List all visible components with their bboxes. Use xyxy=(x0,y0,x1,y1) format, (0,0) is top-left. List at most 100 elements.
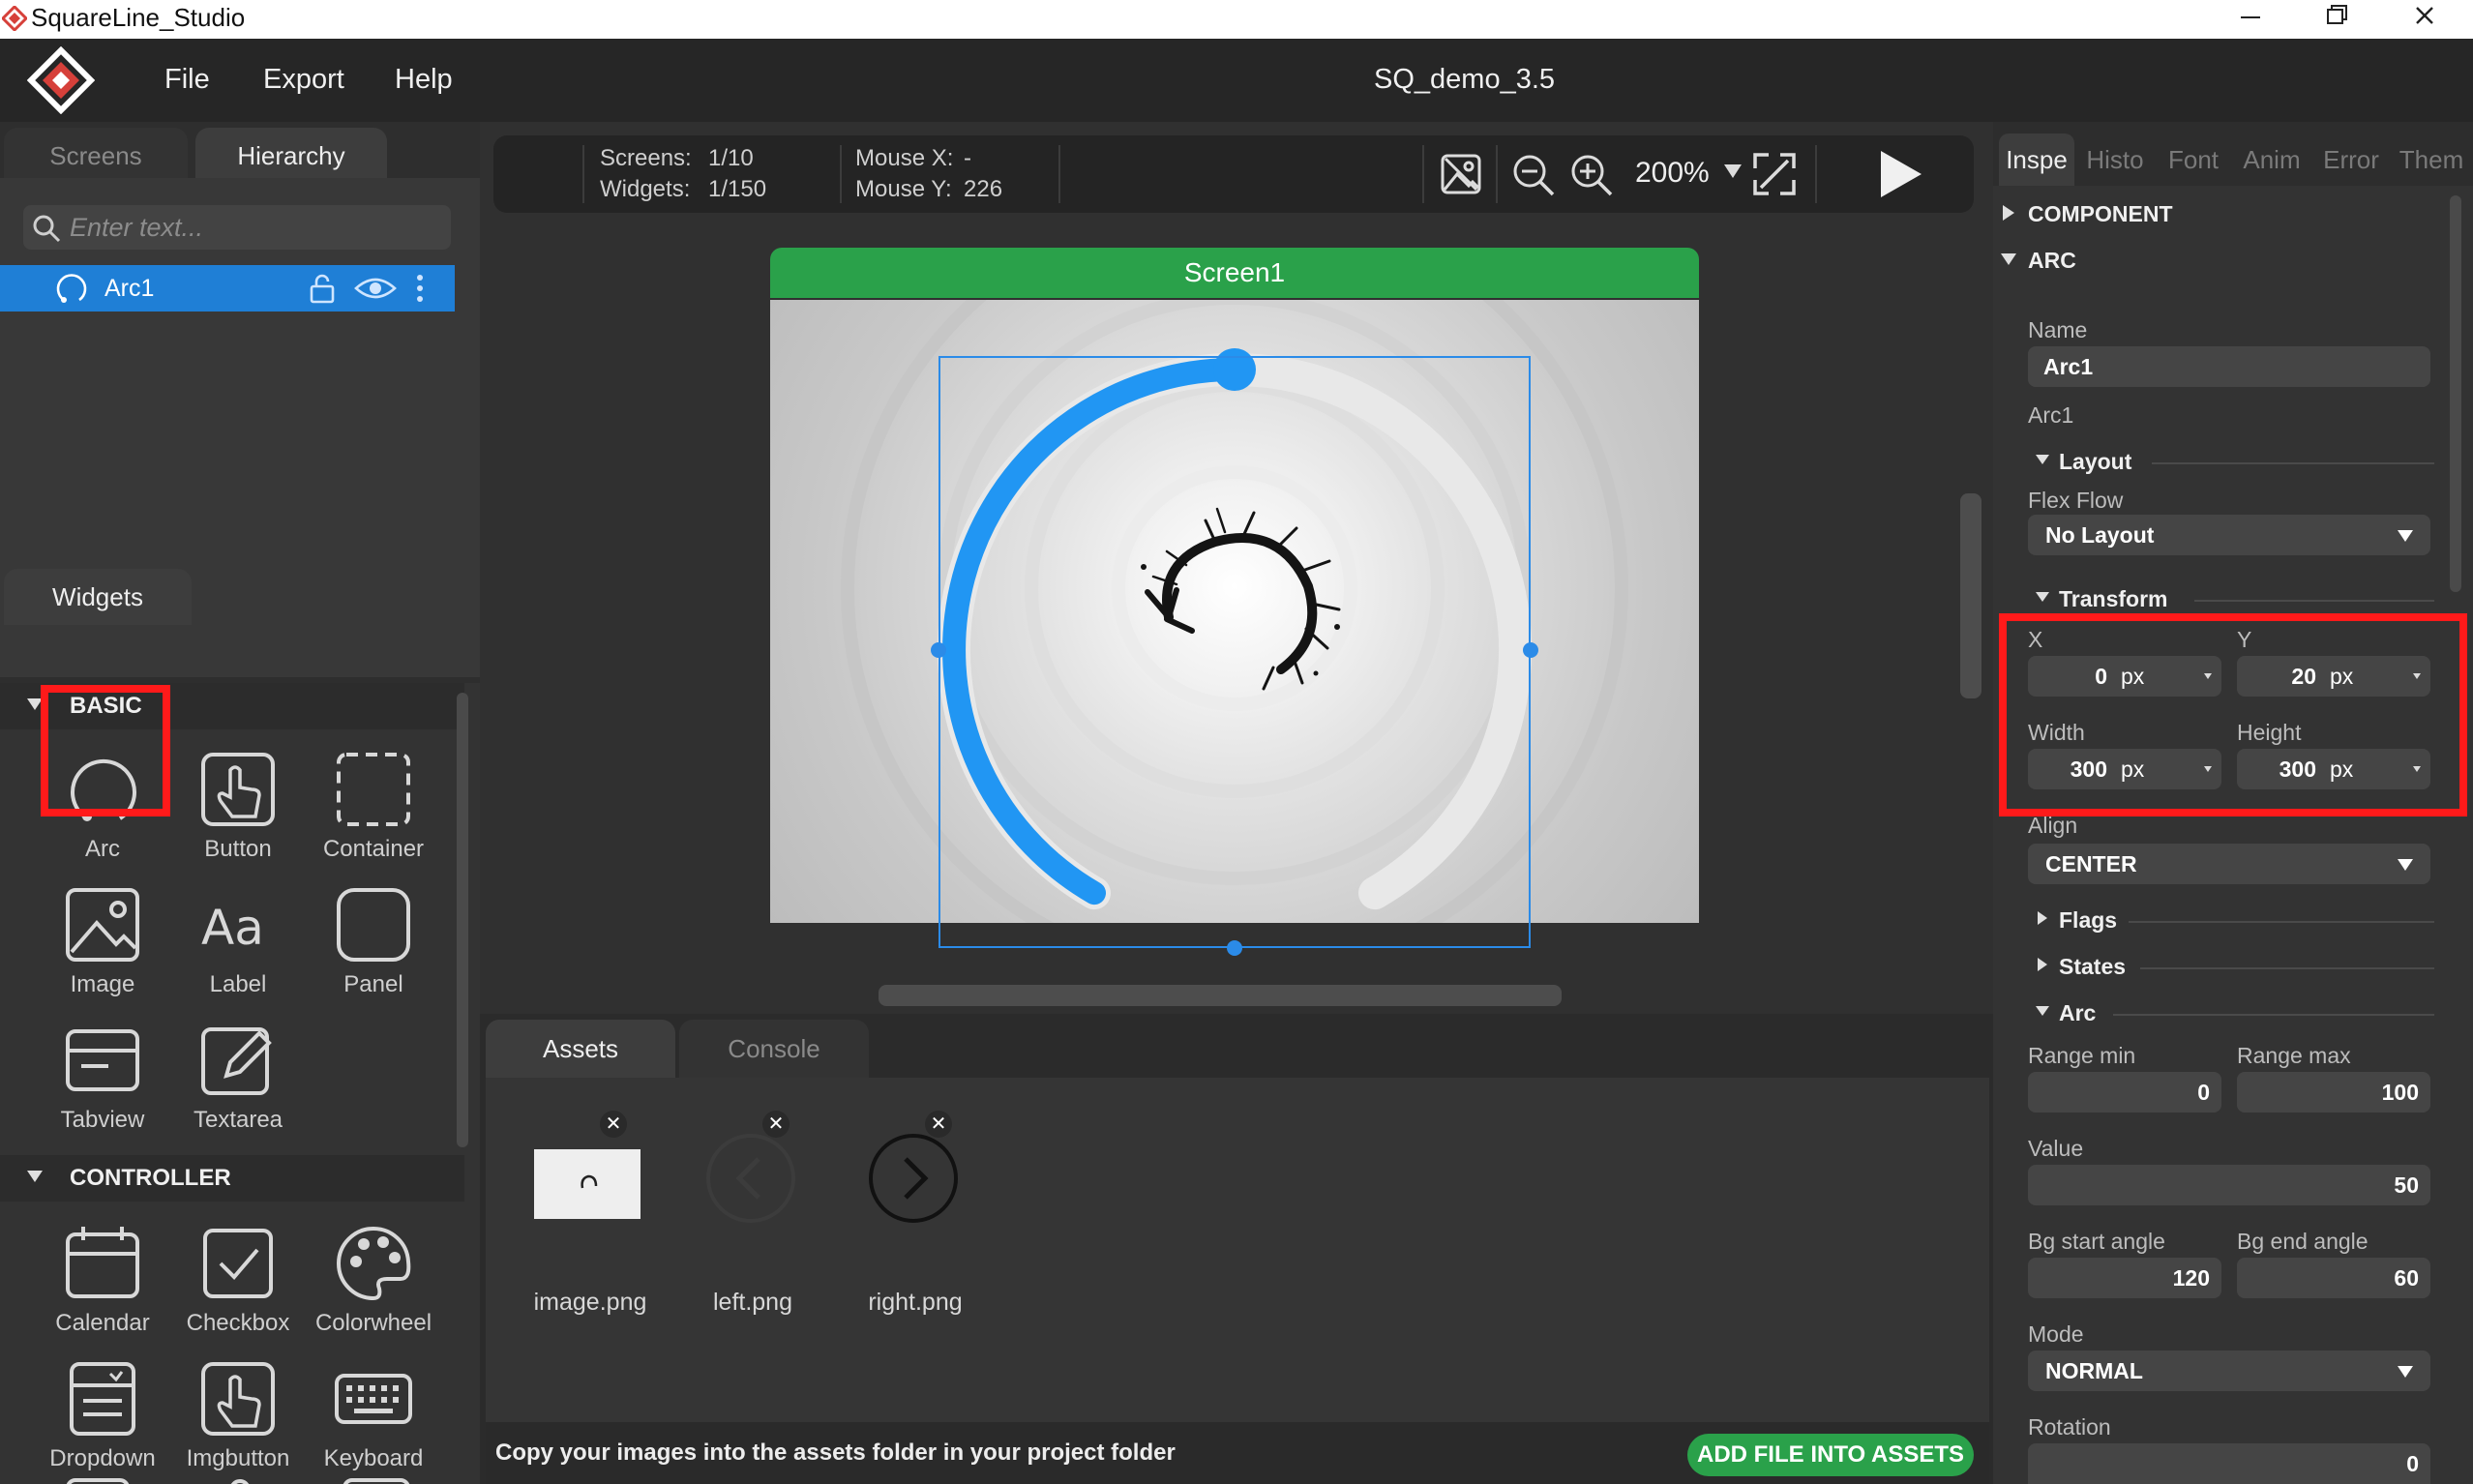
tab-font[interactable]: Font xyxy=(2156,134,2231,186)
tab-history[interactable]: Histo xyxy=(2076,134,2154,186)
widget-type-label: Arc1 xyxy=(2028,402,2074,428)
section-controller[interactable]: CONTROLLER xyxy=(0,1155,464,1202)
add-file-into-assets-button[interactable]: ADD FILE INTO ASSETS xyxy=(1687,1434,1974,1476)
mouse-y-label: Mouse Y: xyxy=(855,176,952,202)
align-label: Align xyxy=(2028,813,2078,838)
squareline-logo-icon[interactable] xyxy=(27,46,95,114)
resize-handle-left[interactable] xyxy=(931,642,946,658)
expand-triangle-icon[interactable] xyxy=(2038,958,2047,971)
close-window-button[interactable] xyxy=(2380,0,2467,39)
asset-left-png[interactable]: ✕ left.png xyxy=(675,1111,830,1316)
widget-textarea[interactable]: Textarea xyxy=(170,1010,306,1145)
selection-box[interactable] xyxy=(939,356,1531,948)
widget-dropdown[interactable]: Dropdown xyxy=(35,1349,170,1484)
search-icon xyxy=(31,213,62,244)
tab-animation[interactable]: Anim xyxy=(2233,134,2310,186)
hierarchy-search-input[interactable]: Enter text... xyxy=(23,205,451,250)
tab-inspector[interactable]: Inspe xyxy=(1999,134,2074,186)
hierarchy-item-arc1[interactable]: Arc1 xyxy=(0,265,455,312)
canvas-horizontal-scrollbar[interactable] xyxy=(879,985,1562,1006)
align-dropdown[interactable]: CENTER xyxy=(2028,844,2430,884)
bg-start-angle-input[interactable]: 120 xyxy=(2028,1258,2221,1298)
calendar-icon xyxy=(66,1227,139,1298)
tab-hierarchy[interactable]: Hierarchy xyxy=(195,128,387,184)
menu-export[interactable]: Export xyxy=(263,64,344,96)
rotation-label: Rotation xyxy=(2028,1414,2111,1439)
tab-error[interactable]: Error xyxy=(2312,134,2390,186)
widget-container[interactable]: Container xyxy=(306,739,441,875)
widget-label[interactable]: Aa Label xyxy=(170,875,306,1010)
collapse-triangle-icon[interactable] xyxy=(2036,455,2049,464)
menu-help[interactable]: Help xyxy=(395,64,453,96)
zoom-level[interactable]: 200% xyxy=(1635,157,1710,190)
expand-triangle-icon[interactable] xyxy=(2003,205,2014,221)
image-icon xyxy=(66,888,139,962)
asset-right-png[interactable]: ✕ right.png xyxy=(838,1111,993,1316)
highlight-transform-fields xyxy=(1999,613,2467,816)
arc-section-title[interactable]: ARC xyxy=(2028,248,2076,274)
flex-flow-dropdown[interactable]: No Layout xyxy=(2028,515,2430,555)
checkbox-icon xyxy=(203,1229,273,1298)
widget-button[interactable]: Button xyxy=(170,739,306,875)
canvas-vertical-scrollbar[interactable] xyxy=(1960,493,1981,698)
layout-section-title[interactable]: Layout xyxy=(2059,449,2131,475)
visibility-eye-icon[interactable] xyxy=(354,275,397,302)
widget-panel[interactable]: Panel xyxy=(306,875,441,1010)
remove-asset-icon[interactable]: ✕ xyxy=(762,1111,790,1138)
widget-checkbox[interactable]: Checkbox xyxy=(170,1213,306,1349)
collapse-triangle-icon[interactable] xyxy=(2001,253,2016,265)
background-image-icon[interactable] xyxy=(1440,153,1482,195)
transform-section-title[interactable]: Transform xyxy=(2059,586,2167,612)
lock-icon[interactable] xyxy=(308,273,337,304)
tab-console[interactable]: Console xyxy=(679,1020,869,1078)
asset-image-png[interactable]: ✕ image.png xyxy=(513,1111,668,1316)
collapse-triangle-icon[interactable] xyxy=(2036,592,2049,602)
mode-dropdown[interactable]: NORMAL xyxy=(2028,1350,2430,1391)
name-input[interactable]: Arc1 xyxy=(2028,346,2430,387)
rotation-input[interactable]: 0 xyxy=(2028,1443,2430,1484)
widget-calendar[interactable]: Calendar xyxy=(35,1213,170,1349)
widget-keyboard[interactable]: Keyboard xyxy=(306,1349,441,1484)
play-icon[interactable] xyxy=(1877,149,1923,199)
more-options-icon[interactable] xyxy=(414,273,426,304)
zoom-dropdown-icon[interactable] xyxy=(1724,164,1742,178)
asset-file-name: left.png xyxy=(712,1289,792,1316)
zoom-in-icon[interactable] xyxy=(1569,153,1614,197)
screen-title-bar[interactable]: Screen1 xyxy=(770,248,1699,298)
tab-assets[interactable]: Assets xyxy=(486,1020,675,1078)
menu-bar: File Export Help SQ_demo_3.5 xyxy=(0,39,2473,122)
tab-widgets[interactable]: Widgets xyxy=(4,569,192,625)
minimize-button[interactable] xyxy=(2206,0,2293,39)
flags-section-title[interactable]: Flags xyxy=(2059,907,2117,934)
bg-end-angle-input[interactable]: 60 xyxy=(2237,1258,2430,1298)
range-max-input[interactable]: 100 xyxy=(2237,1072,2430,1113)
resize-handle-bottom[interactable] xyxy=(1227,940,1242,956)
arc-subsection-title[interactable]: Arc xyxy=(2059,1000,2096,1026)
menu-file[interactable]: File xyxy=(164,64,210,96)
tab-screens[interactable]: Screens xyxy=(4,128,188,184)
window-title: SquareLine_Studio xyxy=(31,3,246,32)
inspector-body: COMPONENT ARC Name Arc1 Arc1 Layout Flex… xyxy=(1993,186,2473,1484)
resize-handle-right[interactable] xyxy=(1523,642,1538,658)
restore-button[interactable] xyxy=(2293,0,2380,39)
component-section-title[interactable]: COMPONENT xyxy=(2028,201,2173,227)
collapse-triangle-icon[interactable] xyxy=(2036,1006,2049,1016)
widget-tabview[interactable]: Tabview xyxy=(35,1010,170,1145)
widget-colorwheel[interactable]: Colorwheel xyxy=(306,1213,441,1349)
tab-theme[interactable]: Them xyxy=(2392,134,2471,186)
widget-image[interactable]: Image xyxy=(35,875,170,1010)
widget-label: Textarea xyxy=(193,1107,283,1133)
widgets-count-label: Widgets: xyxy=(600,176,691,202)
range-min-input[interactable]: 0 xyxy=(2028,1072,2221,1113)
align-value: CENTER xyxy=(2045,851,2137,876)
widgets-scrollbar[interactable] xyxy=(457,693,468,1147)
expand-triangle-icon[interactable] xyxy=(2038,911,2047,925)
widget-imgbutton[interactable]: Imgbutton xyxy=(170,1349,306,1484)
fit-screen-icon[interactable] xyxy=(1751,151,1798,197)
inspector-scrollbar[interactable] xyxy=(2450,195,2461,592)
remove-asset-icon[interactable]: ✕ xyxy=(925,1111,952,1138)
zoom-out-icon[interactable] xyxy=(1511,153,1556,197)
value-input[interactable]: 50 xyxy=(2028,1165,2430,1205)
states-section-title[interactable]: States xyxy=(2059,954,2126,980)
remove-asset-icon[interactable]: ✕ xyxy=(600,1111,627,1138)
